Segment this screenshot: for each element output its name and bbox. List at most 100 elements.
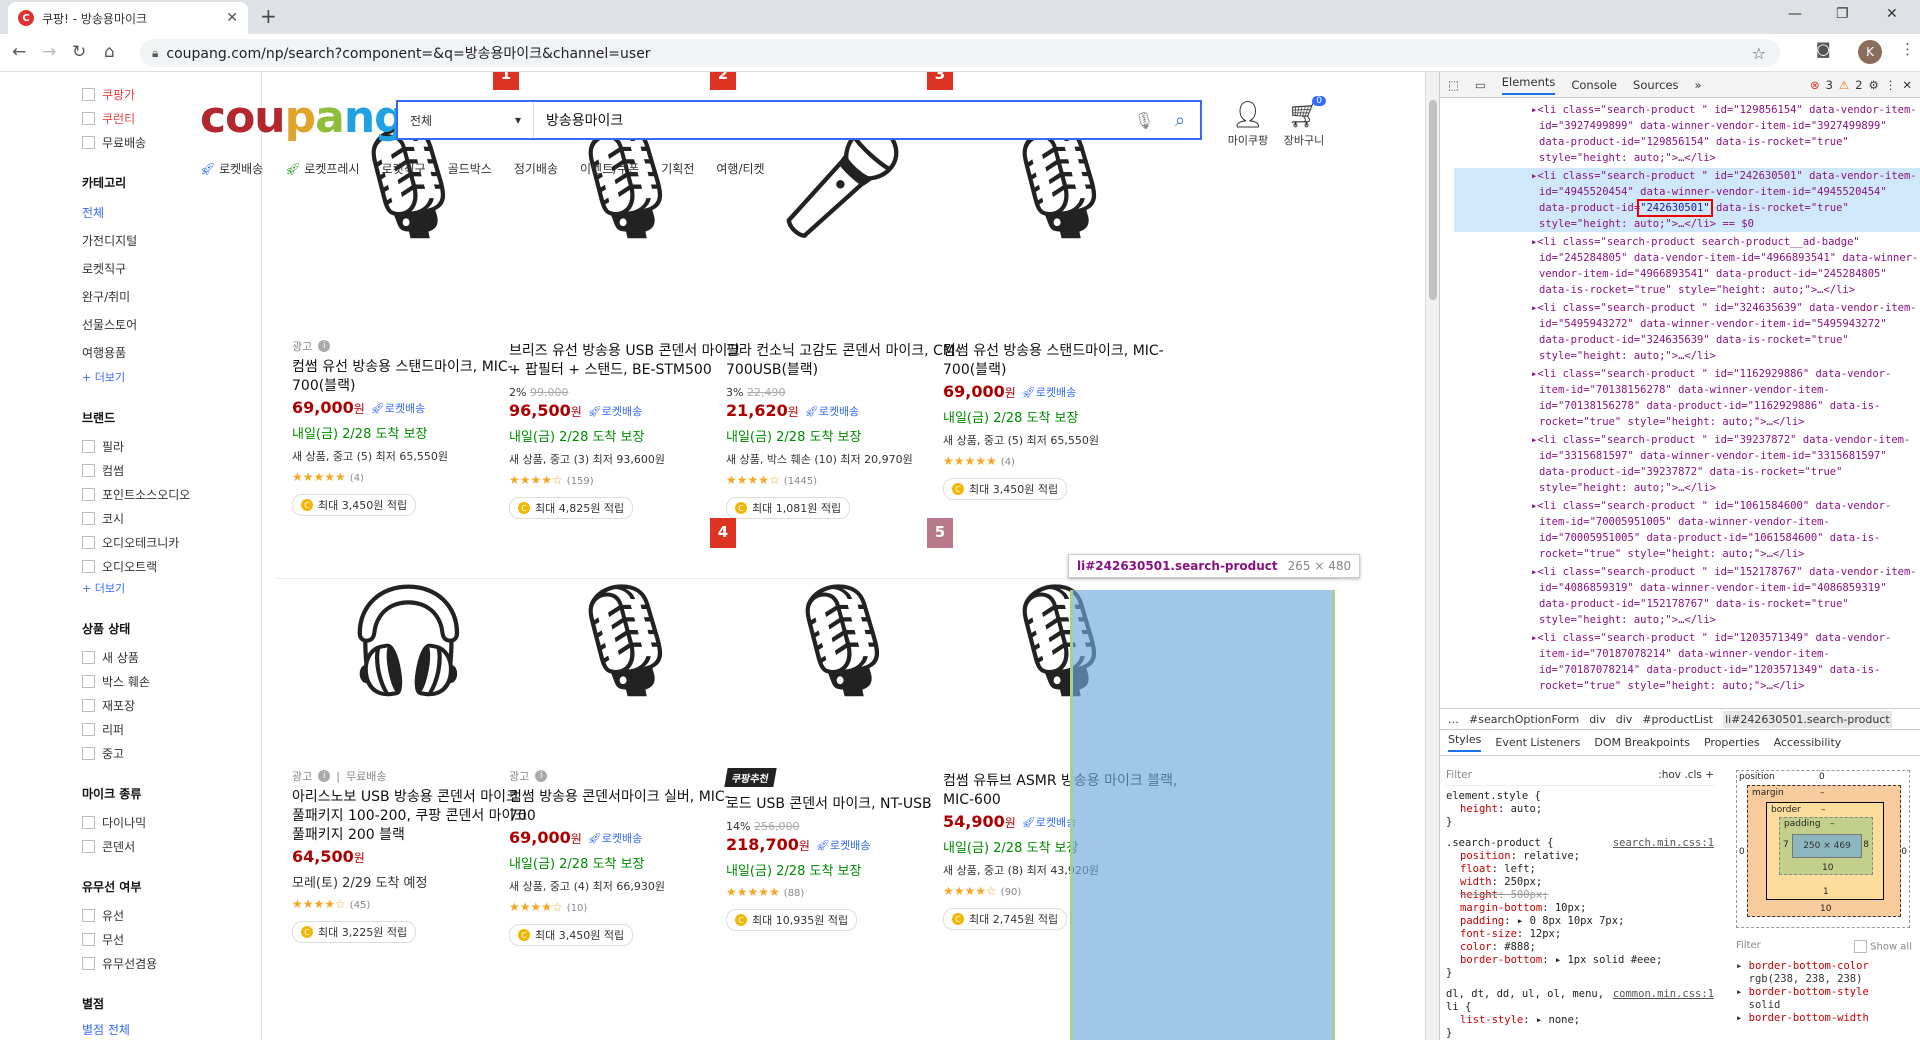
rule-selector[interactable]: element.style { [1446,790,1714,803]
checkbox[interactable] [82,463,95,477]
checkbox[interactable] [82,746,95,760]
info-icon[interactable]: i [318,340,331,352]
checkbox[interactable] [82,439,95,453]
css-property[interactable]: border-bottom: ▸ 1px solid #eee; [1446,954,1714,967]
info-icon[interactable]: i [535,770,548,782]
tab-elements[interactable]: Elements [1501,75,1556,95]
coupang-logo[interactable]: coupang [200,92,406,143]
minimize-icon[interactable]: — [1788,6,1802,22]
dom-node[interactable]: ▸<li class="search-product " id="3923787… [1454,432,1920,496]
breadcrumb-item[interactable]: #searchOptionForm [1469,713,1579,726]
mic-type-filter[interactable]: 다이나믹 [82,810,261,834]
category-item[interactable]: 여행용품 [82,339,261,367]
styles-subtab[interactable]: Event Listeners [1495,736,1580,749]
nav-goldbox[interactable]: 골드박스 [448,160,492,177]
checkbox[interactable] [82,135,95,149]
css-property[interactable]: color: #888; [1446,941,1714,954]
css-property[interactable]: font-size: 12px; [1446,928,1714,941]
checkbox[interactable] [82,698,95,712]
wire-filter[interactable]: 무선 [82,927,261,951]
my-coupang-button[interactable]: 👤︎ 마이쿠팡 [1220,100,1276,148]
browser-tab[interactable]: C 쿠팡! - 방송용마이크 ✕ [8,2,248,34]
computed-property[interactable]: ▸ border-bottom-color rgb(238, 238, 238) [1736,960,1869,986]
checkbox[interactable] [82,535,95,549]
scrollbar-thumb[interactable] [1429,100,1437,300]
wire-filter[interactable]: 유선 [82,903,261,927]
brand-filter[interactable]: 오디오트랙 [82,554,261,578]
css-property[interactable]: height: 500px; [1446,889,1714,902]
breadcrumb-item[interactable]: div [1589,713,1606,726]
computed-property[interactable]: ▸ border-bottom-width [1736,1012,1869,1038]
breadcrumb-item[interactable]: … [1448,713,1459,726]
category-item[interactable]: 가전디지털 [82,227,261,255]
styles-subtab[interactable]: Styles [1448,733,1482,752]
computed-filter[interactable]: Filter Show all [1736,940,1912,953]
category-item-all[interactable]: 전체 [82,199,261,227]
checkbox[interactable] [82,511,95,525]
devtools-menu-icon[interactable]: ⋮ [1885,78,1897,92]
css-property[interactable]: height: auto; [1446,803,1714,816]
checkbox[interactable] [82,839,95,853]
brand-filter[interactable]: 포인트소스오디오 [82,482,261,506]
styles-subtab[interactable]: Accessibility [1774,736,1842,749]
close-window-icon[interactable]: ✕ [1886,6,1898,22]
nav-rocket-delivery[interactable]: 🚀︎ 로켓배송 [200,160,263,177]
rating-all-link[interactable]: 별점 전체 [82,1020,261,1040]
show-all-checkbox[interactable] [1853,940,1867,953]
rule-source-link[interactable]: search.min.css:1 [1613,837,1714,850]
back-icon[interactable]: ← [12,42,26,62]
close-devtools-icon[interactable]: ✕ [1902,78,1912,92]
brand-filter[interactable]: 코시 [82,506,261,530]
brand-filter[interactable]: 오디오테크니카 [82,530,261,554]
css-property[interactable]: margin-bottom: 10px; [1446,902,1714,915]
voice-search-icon[interactable]: 🎙︎ [1128,111,1160,130]
category-item[interactable]: 선물스토어 [82,311,261,339]
checkbox[interactable] [82,722,95,736]
checkbox[interactable] [82,87,95,101]
issue-badges[interactable]: ⊗ 3 ⚠ 2 ⚙ ⋮ ✕ [1810,78,1920,92]
browser-menu-icon[interactable]: ⋮ [1900,40,1915,58]
checkbox[interactable] [82,111,95,125]
device-toggle-icon[interactable]: ▭ [1475,78,1486,92]
page-scrollbar[interactable] [1425,72,1439,1040]
checkbox[interactable] [82,815,95,829]
info-icon[interactable]: i [318,770,331,782]
dom-node[interactable]: ▸<li class="search-product " id="1061584… [1454,498,1920,562]
nav-rocket-fresh[interactable]: 🚀︎ 로켓프레시 [285,160,359,177]
product-name[interactable]: 컴썸 유선 방송용 스탠드마이크, MIC-700(블랙) [943,342,1183,380]
checkbox[interactable] [82,674,95,688]
checkbox[interactable] [82,932,95,946]
breadcrumb-item[interactable]: div [1616,713,1633,726]
new-tab-icon[interactable]: + [260,4,277,28]
breadcrumb-item[interactable]: #productList [1642,713,1713,726]
nav-events[interactable]: 이벤트/쿠폰 [580,160,639,177]
styles-filter[interactable]: Filter :hov .cls + [1446,766,1714,786]
styles-subtab[interactable]: DOM Breakpoints [1594,736,1690,749]
settings-gear-icon[interactable]: ⚙ [1869,78,1879,92]
mic-type-filter[interactable]: 콘덴서 [82,834,261,858]
tab-sources[interactable]: Sources [1633,78,1679,92]
condition-filter[interactable]: 재포장 [82,693,261,717]
category-item[interactable]: 완구/취미 [82,283,261,311]
category-more-link[interactable]: + 더보기 [82,367,261,389]
bookmark-star-icon[interactable]: ☆ [1752,44,1766,63]
inspect-element-icon[interactable]: ⬚ [1448,78,1459,92]
home-icon[interactable]: ⌂ [104,42,115,62]
dom-node[interactable]: ▸<li class="search-product search-produc… [1454,234,1920,298]
restore-icon[interactable]: ❐ [1836,6,1849,22]
brand-filter[interactable]: 필라 [82,434,261,458]
css-property[interactable]: list-style: ▸ none; [1446,1014,1714,1027]
checkbox[interactable] [82,559,95,573]
condition-filter[interactable]: 새 상품 [82,645,261,669]
dom-node[interactable]: ▸<li class="search-product " id="1298561… [1454,102,1920,166]
checkbox[interactable] [82,650,95,664]
close-tab-icon[interactable]: ✕ [226,10,238,26]
breadcrumb-item[interactable]: li#242630501.search-product [1723,710,1892,728]
nav-travel[interactable]: 여행/티켓 [716,160,764,177]
condition-filter[interactable]: 중고 [82,741,261,765]
nav-subscription[interactable]: 정기배송 [514,160,558,177]
styles-subtab[interactable]: Properties [1704,736,1760,749]
cart-button[interactable]: 🛒︎ 0 장바구니 [1276,96,1332,148]
search-category-select[interactable]: 전체 ▾ [398,102,534,138]
tab-more[interactable]: » [1695,78,1702,92]
